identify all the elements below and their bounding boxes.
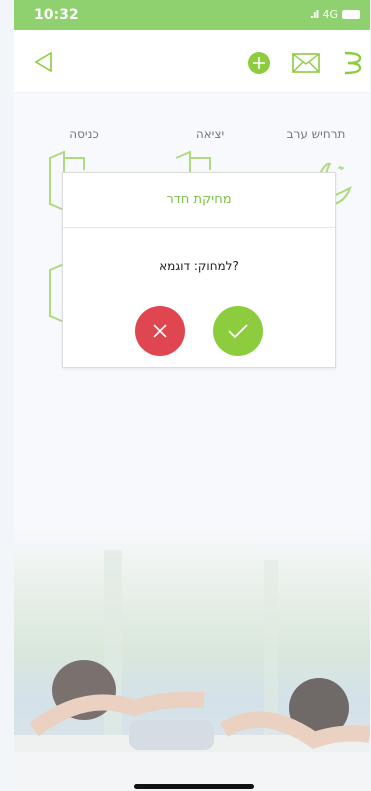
menu-icon — [344, 51, 362, 75]
add-icon — [248, 52, 270, 74]
home-indicator — [134, 784, 254, 789]
dialog-message: למחוק: דוגמא? — [159, 259, 239, 273]
check-icon — [228, 324, 248, 339]
menu-button[interactable] — [342, 50, 364, 80]
status-indicators: .ıl 4G — [310, 8, 360, 21]
delete-room-dialog: מחיקת חדר למחוק: דוגמא? — [62, 172, 336, 368]
status-time: 10:32 — [34, 7, 79, 23]
mail-button[interactable] — [292, 52, 320, 78]
mail-icon — [292, 53, 320, 73]
toolbar — [14, 30, 370, 93]
status-bar: 10:32 .ıl 4G — [14, 0, 370, 30]
dialog-title: מחיקת חדר — [63, 173, 335, 228]
close-icon — [153, 324, 167, 338]
back-button[interactable] — [32, 50, 56, 78]
battery-icon — [342, 10, 360, 19]
add-button[interactable] — [247, 51, 271, 79]
confirm-button[interactable] — [213, 306, 263, 356]
network-label: 4G — [322, 8, 338, 21]
cancel-button[interactable] — [135, 306, 185, 356]
signal-icon: .ıl — [309, 8, 320, 21]
app-screen: 10:32 .ıl 4G תרחיש ערב יציאה כניסה מחיקת… — [14, 0, 370, 791]
back-icon — [34, 51, 52, 73]
